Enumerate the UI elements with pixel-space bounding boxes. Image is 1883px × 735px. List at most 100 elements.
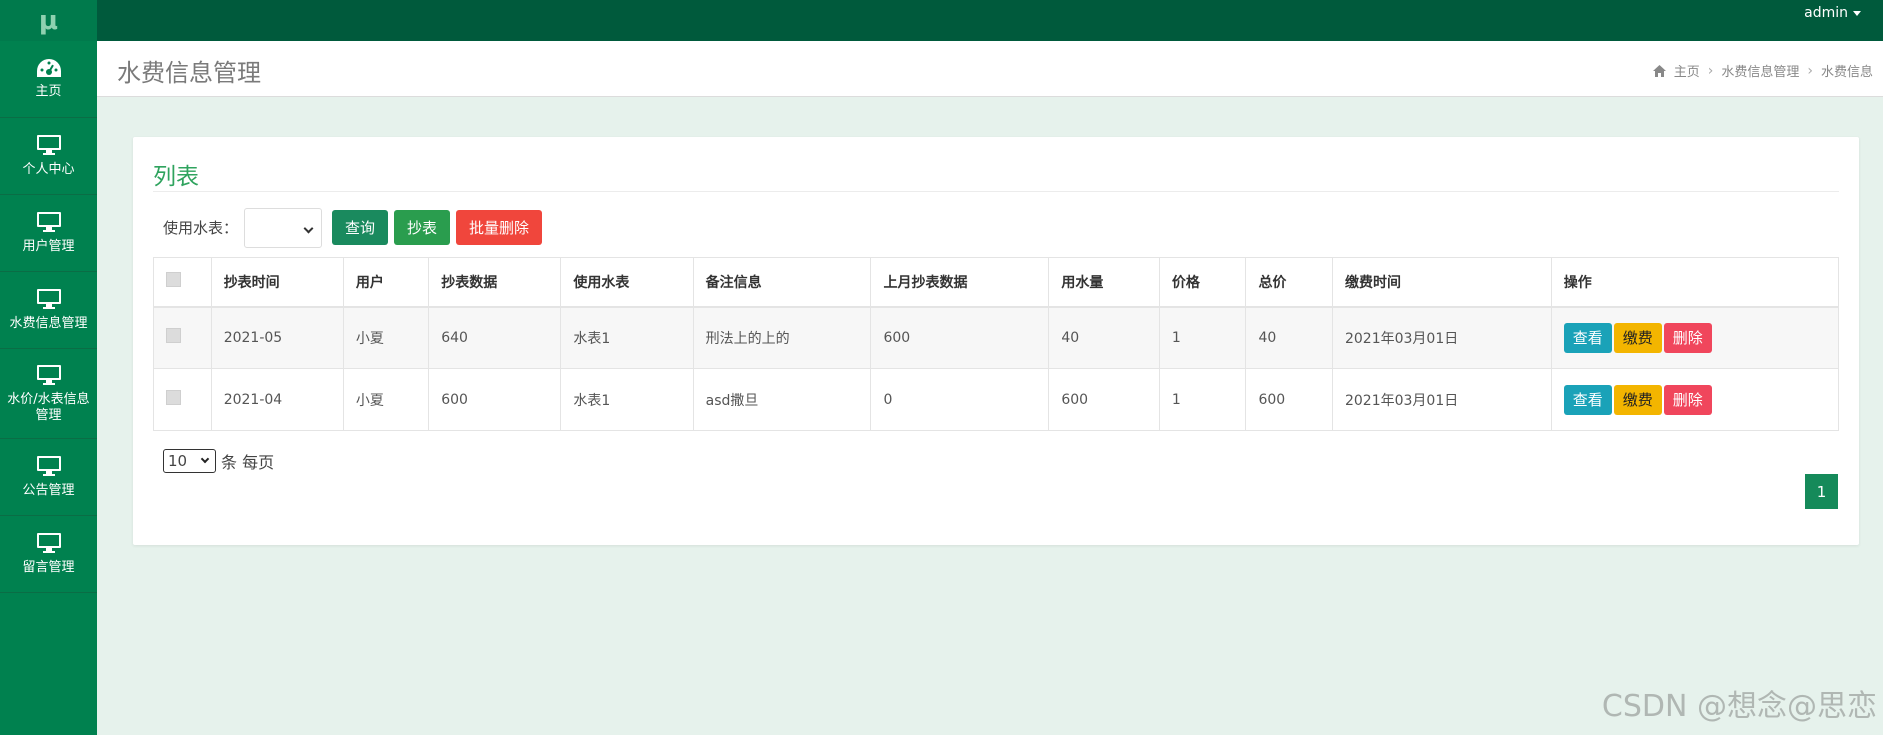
- sidebar-item-label: 主页: [35, 84, 62, 99]
- data-table: 抄表时间 用户 抄表数据 使用水表 备注信息 上月抄表数据 用水量 价格 总价 …: [153, 257, 1840, 431]
- column-header: 抄表数据: [428, 257, 562, 308]
- dashboard-icon: [36, 59, 61, 77]
- row-checkbox[interactable]: [166, 390, 181, 405]
- table-cell: 1: [1158, 368, 1247, 431]
- column-header: 用水量: [1048, 257, 1160, 308]
- sidebar-item-label: 留言管理: [22, 560, 75, 575]
- select-all-cell[interactable]: [153, 257, 212, 308]
- user-name: admin: [1804, 5, 1848, 21]
- page-button-current[interactable]: 1: [1805, 474, 1838, 509]
- table-cell: 2021-05: [210, 306, 344, 369]
- breadcrumb-current: 水费信息: [1820, 65, 1873, 80]
- chevron-right-icon: ›: [1807, 62, 1813, 79]
- table-cell: 2021年03月01日: [1331, 368, 1552, 431]
- row-select-cell[interactable]: [153, 368, 212, 431]
- watermark: CSDN @想念@思恋: [1601, 689, 1877, 724]
- table-cell: 小夏: [342, 306, 430, 369]
- breadcrumb-home[interactable]: 主页: [1674, 61, 1700, 80]
- monitor-icon: [36, 289, 61, 309]
- chevron-down-icon: [303, 223, 314, 233]
- table-cell: 40: [1245, 306, 1333, 369]
- column-header: 操作: [1550, 257, 1840, 308]
- table-cell: 0: [870, 368, 1050, 431]
- page-size-suffix: 条 每页: [221, 453, 275, 472]
- logo: μ: [0, 0, 97, 41]
- table-cell: asd撒旦: [692, 368, 872, 431]
- filter-label: 使用水表：: [163, 219, 239, 237]
- pay-button[interactable]: 缴费: [1613, 384, 1662, 415]
- actions-cell: 查看 缴费 删除: [1550, 368, 1840, 431]
- table-row: 2021-05 小夏 640 水表1 刑法上的上的 600 40 1 40 20…: [153, 306, 1840, 369]
- column-header: 备注信息: [692, 257, 872, 308]
- sidebar-item-profile[interactable]: 个人中心: [0, 118, 97, 195]
- meter-select[interactable]: [244, 207, 323, 248]
- view-button[interactable]: 查看: [1563, 384, 1612, 415]
- content-header: 水费信息管理 主页 › 水费信息管理 › 水费信息: [97, 41, 1883, 97]
- table-cell: 刑法上的上的: [692, 306, 872, 369]
- page-size-value: 10: [168, 452, 188, 470]
- divider: [153, 191, 1839, 192]
- chevron-down-icon: [200, 454, 210, 464]
- breadcrumb: 主页 › 水费信息管理 › 水费信息: [1652, 61, 1873, 80]
- sidebar: 主页 个人中心 用户管理 水费信息管理 水价/水表信息管理 公告管理 留言管理: [0, 41, 97, 735]
- chevron-right-icon: ›: [1707, 62, 1714, 79]
- query-button[interactable]: 查询: [332, 210, 389, 245]
- table-cell: 40: [1048, 306, 1160, 369]
- page-title: 水费信息管理: [117, 59, 261, 87]
- monitor-icon: [36, 364, 61, 385]
- sidebar-item-label: 水价/水表信息管理: [7, 391, 90, 423]
- sidebar-item-notice[interactable]: 公告管理: [0, 439, 97, 516]
- delete-button[interactable]: 删除: [1663, 384, 1712, 415]
- table-header-row: 抄表时间 用户 抄表数据 使用水表 备注信息 上月抄表数据 用水量 价格 总价 …: [153, 257, 1840, 308]
- table-cell: 600: [428, 368, 562, 431]
- page-size-select[interactable]: 10: [163, 449, 216, 473]
- table-cell: 小夏: [342, 368, 430, 431]
- column-header: 用户: [342, 257, 430, 308]
- column-header: 缴费时间: [1331, 257, 1552, 308]
- pay-button[interactable]: 缴费: [1613, 322, 1662, 353]
- view-button[interactable]: 查看: [1563, 322, 1612, 353]
- row-checkbox[interactable]: [166, 328, 181, 344]
- table-cell: 水表1: [560, 368, 694, 431]
- table-cell: 水表1: [560, 306, 694, 369]
- card-title: 列表: [153, 164, 199, 190]
- table-cell: 600: [1245, 368, 1333, 431]
- table-row: 2021-04 小夏 600 水表1 asd撒旦 0 600 1 600 202…: [153, 368, 1840, 431]
- sidebar-item-water-fee[interactable]: 水费信息管理: [0, 272, 97, 349]
- table-cell: 640: [428, 306, 562, 369]
- delete-button[interactable]: 删除: [1663, 322, 1712, 353]
- actions-cell: 查看 缴费 删除: [1550, 306, 1840, 369]
- sidebar-item-messages[interactable]: 留言管理: [0, 516, 97, 593]
- column-header: 使用水表: [560, 257, 694, 308]
- sidebar-item-users[interactable]: 用户管理: [0, 195, 97, 272]
- sidebar-item-price-meter[interactable]: 水价/水表信息管理: [0, 349, 97, 439]
- column-header: 总价: [1245, 257, 1333, 308]
- column-header: 价格: [1158, 257, 1247, 308]
- list-card: 列表 使用水表： 查询 抄表 批量删除 抄表时间 用户 抄表数据 使用水表 备注…: [133, 137, 1859, 545]
- sidebar-item-home[interactable]: 主页: [0, 41, 97, 118]
- page-size-control: 10 条 每页: [163, 449, 274, 473]
- column-header: 上月抄表数据: [870, 257, 1050, 308]
- sidebar-item-label: 个人中心: [22, 162, 75, 177]
- breadcrumb-section[interactable]: 水费信息管理: [1721, 61, 1799, 80]
- sidebar-item-label: 用户管理: [22, 239, 75, 254]
- table-cell: 600: [1048, 368, 1160, 431]
- monitor-icon: [36, 533, 61, 553]
- top-bar: μ admin: [0, 0, 1883, 41]
- read-meter-button[interactable]: 抄表: [394, 210, 451, 245]
- batch-delete-button[interactable]: 批量删除: [456, 210, 543, 245]
- user-menu[interactable]: admin: [1804, 5, 1861, 21]
- sidebar-item-label: 公告管理: [22, 483, 75, 498]
- table-cell: 1: [1158, 306, 1247, 369]
- filter-toolbar: 使用水表： 查询 抄表 批量删除: [163, 207, 543, 248]
- monitor-icon: [36, 212, 61, 232]
- table-cell: 600: [870, 306, 1050, 369]
- row-select-cell[interactable]: [153, 306, 212, 369]
- table-cell: 2021年03月01日: [1331, 306, 1552, 369]
- monitor-icon: [36, 135, 61, 155]
- sidebar-item-label: 水费信息管理: [9, 316, 88, 331]
- monitor-icon: [36, 456, 61, 476]
- table-cell: 2021-04: [210, 368, 344, 431]
- column-header: 抄表时间: [210, 257, 344, 308]
- select-all-checkbox[interactable]: [166, 272, 181, 288]
